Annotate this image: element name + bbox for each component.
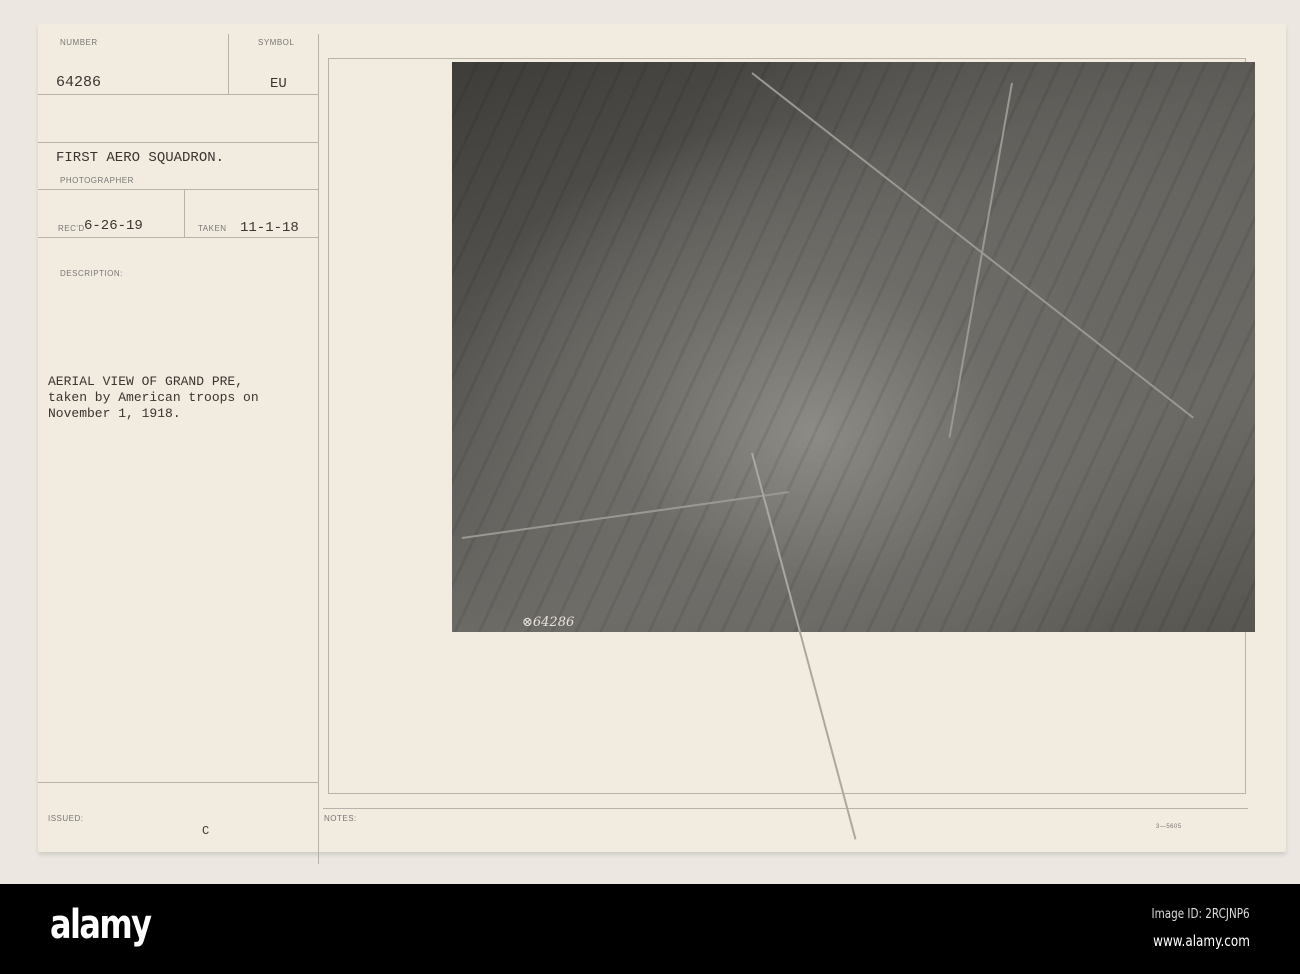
image-id: Image ID: 2RCJNP6: [1151, 907, 1250, 922]
taken-date: 11-1-18: [240, 220, 299, 236]
symbol-label: SYMBOL: [258, 38, 295, 47]
form-code: 3—5605: [1156, 824, 1182, 830]
number-label: NUMBER: [60, 38, 98, 47]
description-text: AERIAL VIEW OF GRAND PRE, taken by Ameri…: [48, 374, 259, 422]
photographer-name: FIRST AERO SQUADRON.: [56, 150, 225, 166]
description-line: taken by American troops on: [48, 390, 259, 405]
site-url[interactable]: www.alamy.com: [1153, 932, 1250, 950]
description-line: AERIAL VIEW OF GRAND PRE,: [48, 374, 244, 389]
taken-label: TAKEN: [198, 224, 227, 233]
photographer-label: PHOTOGRAPHER: [60, 176, 134, 185]
record-number: 64286: [56, 74, 102, 91]
issued-value: C: [202, 824, 210, 838]
description-label: DESCRIPTION:: [60, 269, 123, 278]
recd-label: REC'D: [58, 224, 85, 233]
aerial-photograph: ⊗64286: [452, 62, 1255, 840]
symbol-value: EU: [270, 76, 287, 92]
issued-label: ISSUED:: [48, 814, 84, 823]
alamy-footer: alamy Image ID: 2RCJNP6 www.alamy.com: [0, 884, 1300, 974]
handwritten-photo-number: ⊗64286: [522, 615, 575, 630]
recd-date: 6-26-19: [84, 218, 143, 234]
description-line: November 1, 1918.: [48, 406, 181, 421]
alamy-logo: alamy: [50, 902, 152, 948]
notes-label: NOTES:: [324, 814, 357, 823]
